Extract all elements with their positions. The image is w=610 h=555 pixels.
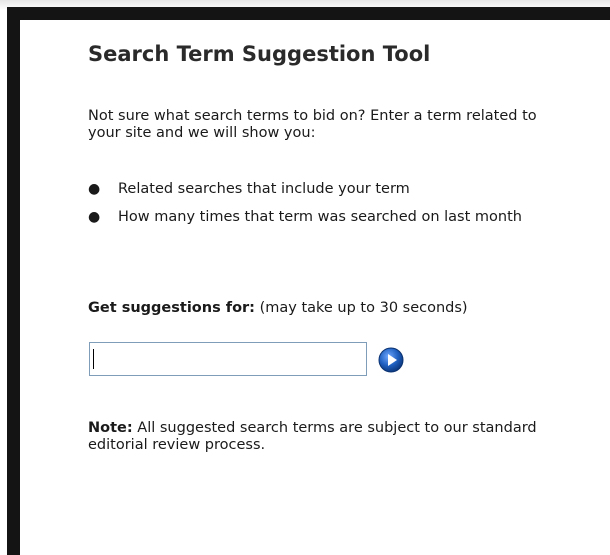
search-term-input[interactable] xyxy=(89,342,367,376)
screen: Search Term Suggestion Tool Not sure wha… xyxy=(0,0,610,555)
suggestions-label-bold: Get suggestions for: xyxy=(88,300,255,316)
search-tool-panel: Search Term Suggestion Tool Not sure wha… xyxy=(20,20,610,555)
list-item: ● How many times that term was searched o… xyxy=(88,205,568,229)
bullet-icon: ● xyxy=(88,181,101,197)
suggestions-label-note: (may take up to 30 seconds) xyxy=(254,300,468,316)
arrow-right-circle-icon xyxy=(378,347,404,373)
editorial-note: Note: All suggested search terms are sub… xyxy=(88,420,568,454)
page-title: Search Term Suggestion Tool xyxy=(88,42,431,66)
bullet-icon: ● xyxy=(88,209,101,225)
suggestions-label: Get suggestions for: (may take up to 30 … xyxy=(88,300,558,317)
text-caret xyxy=(93,349,94,369)
note-text: All suggested search terms are subject t… xyxy=(88,420,537,453)
bullet-text: Related searches that include your term xyxy=(118,181,410,197)
intro-text: Not sure what search terms to bid on? En… xyxy=(88,108,537,141)
go-button[interactable] xyxy=(378,347,404,373)
note-label: Note: xyxy=(88,420,133,436)
feature-list: ● Related searches that include your term… xyxy=(88,177,568,233)
list-item: ● Related searches that include your term xyxy=(88,177,568,201)
bullet-text: How many times that term was searched on… xyxy=(118,209,522,225)
